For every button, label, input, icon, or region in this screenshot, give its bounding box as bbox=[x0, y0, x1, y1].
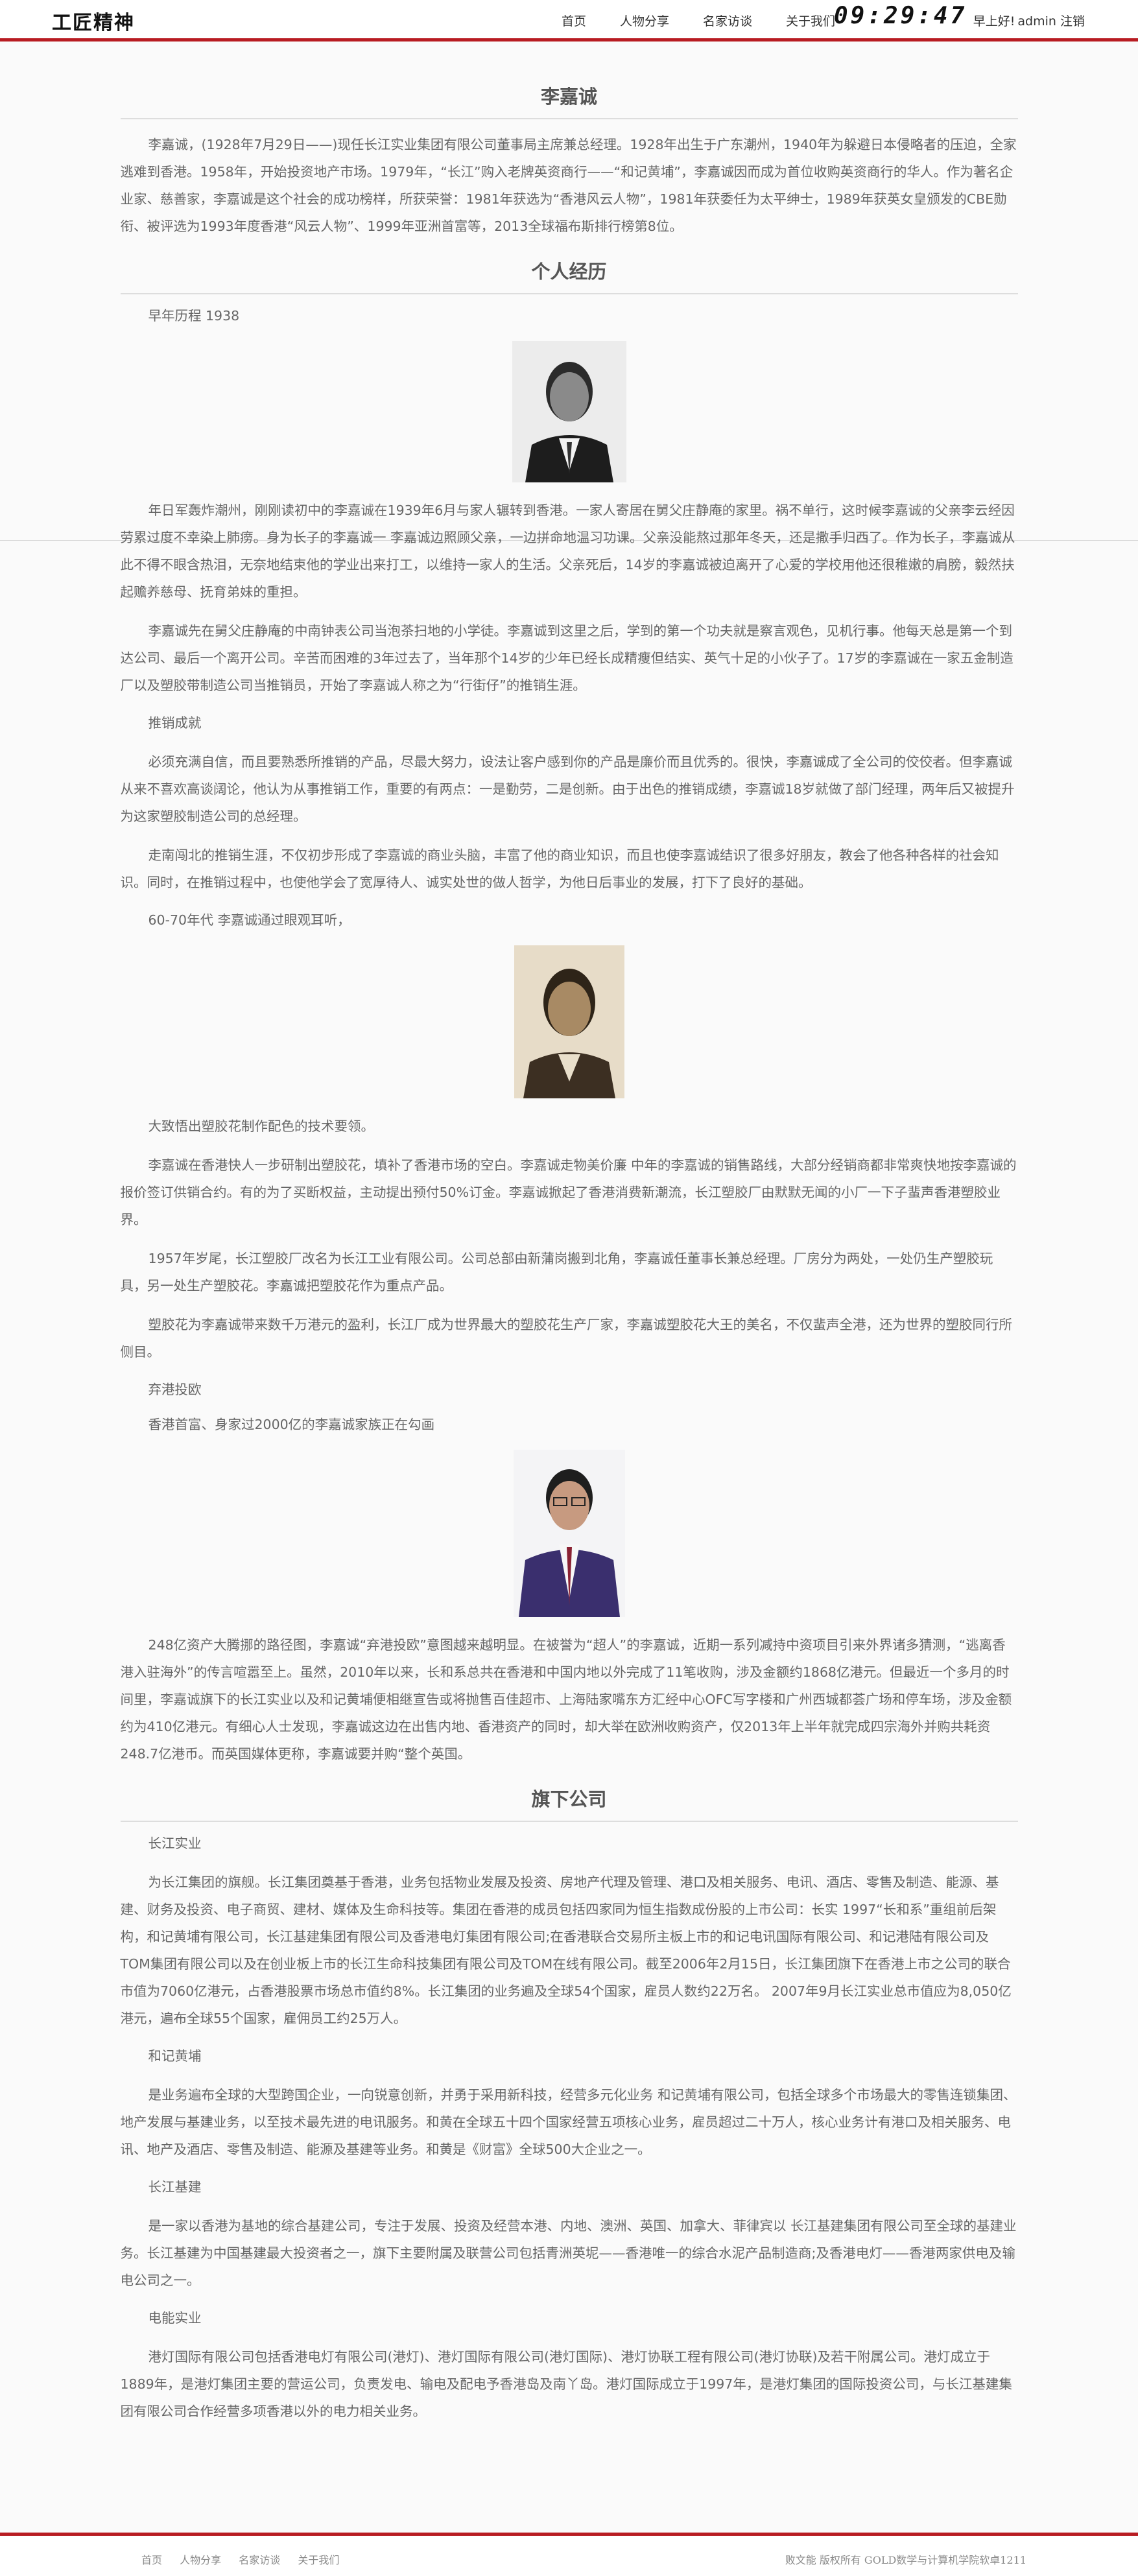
copyright-text: 败文能 版权所有 GOLD数学与计算机学院软卓1211 bbox=[785, 2554, 1026, 2566]
portrait-photo-elder bbox=[513, 1450, 625, 1617]
top-header: 工匠精神 首页 人物分享 名家访谈 关于我们 09:29:47 早上好! admi… bbox=[0, 0, 1138, 41]
history-title: 个人经历 bbox=[120, 250, 1018, 294]
company-4-label: 电能实业 bbox=[148, 2310, 202, 2326]
bio-title: 李嘉诚 bbox=[120, 75, 1018, 119]
abandon-label-2: 香港首富、身家过2000亿的李嘉诚家族正在勾画 bbox=[148, 1417, 435, 1432]
sales-paragraph-1: 必须充满自信，而且要熟悉所推销的产品，尽最大努力，设法让客户感到你的产品是廉价而… bbox=[120, 754, 1015, 824]
logout-link[interactable]: 注销 bbox=[1060, 14, 1085, 29]
footer-link-people[interactable]: 人物分享 bbox=[180, 2554, 221, 2566]
greeting-text: 早上好! bbox=[973, 14, 1015, 29]
main-nav: 首页 人物分享 名家访谈 关于我们 bbox=[562, 12, 869, 29]
article-content: 李嘉诚 李嘉诚，(1928年7月29日——)现任长江实业集团有限公司董事局主席兼… bbox=[120, 41, 1018, 2425]
footer-nav: 首页 人物分享 名家访谈 关于我们 bbox=[141, 2551, 353, 2567]
company-4-paragraph: 港灯国际有限公司包括香港电灯有限公司(港灯)、港灯国际有限公司(港灯国际)、港灯… bbox=[120, 2349, 1012, 2419]
portrait-photo-middle bbox=[514, 945, 624, 1098]
company-3-label: 长江基建 bbox=[148, 2179, 202, 2195]
era-paragraph-3: 塑胶花为李嘉诚带来数千万港元的盈利，长江厂成为世界最大的塑胶花生产厂家，李嘉诚塑… bbox=[120, 1317, 1013, 1360]
bio-intro: 李嘉诚，(1928年7月29日——)现任长江实业集团有限公司董事局主席兼总经理。… bbox=[120, 137, 1017, 234]
company-2-label: 和记黄埔 bbox=[148, 2048, 202, 2064]
footer-link-home[interactable]: 首页 bbox=[141, 2554, 162, 2566]
user-box: 早上好! admin 注销 bbox=[971, 12, 1085, 29]
nav-home[interactable]: 首页 bbox=[562, 12, 586, 29]
abandon-label: 弃港投欧 bbox=[148, 1382, 202, 1397]
company-1-paragraph: 为长江集团的旗舰。长江集团奠基于香港，业务包括物业发展及投资、房地产代理及管理、… bbox=[120, 1874, 1012, 2026]
early-paragraph-1: 年日军轰炸潮州，刚刚读初中的李嘉诚在1939年6月与家人辗转到香港。一家人寄居在… bbox=[120, 502, 1015, 600]
page-footer: 首页 人物分享 名家访谈 关于我们 败文能 版权所有 GOLD数学与计算机学院软… bbox=[0, 2533, 1138, 2576]
photo-elder-container bbox=[121, 1450, 1018, 1617]
nav-about[interactable]: 关于我们 bbox=[786, 12, 835, 29]
early-label: 早年历程 1938 bbox=[148, 308, 240, 324]
company-1-label: 长江实业 bbox=[148, 1836, 202, 1851]
footer-link-interviews[interactable]: 名家访谈 bbox=[239, 2554, 280, 2566]
era-label: 60-70年代 李嘉诚通过眼观耳听， bbox=[148, 912, 351, 928]
sales-paragraph-2: 走南闯北的推销生涯，不仅初步形成了李嘉诚的商业头脑，丰富了他的商业知识，而且也使… bbox=[120, 847, 999, 890]
portrait-photo-young bbox=[512, 341, 626, 482]
abandon-paragraph-1: 248亿资产大腾挪的路径图，李嘉诚“弃港投欧”意图越来越明显。在被誉为“超人”的… bbox=[120, 1637, 1012, 1762]
clock-display: 09:29:47 bbox=[834, 3, 967, 29]
early-paragraph-2: 李嘉诚先在舅父庄静庵的中南钟表公司当泡茶扫地的小学徒。李嘉诚到这里之后，学到的第… bbox=[120, 623, 1014, 693]
era-paragraph-2: 1957年岁尾，长江塑胶厂改名为长江工业有限公司。公司总部由新蒲岗搬到北角，李嘉… bbox=[120, 1251, 993, 1294]
companies-title: 旗下公司 bbox=[120, 1778, 1018, 1822]
sales-label: 推销成就 bbox=[148, 715, 202, 731]
nav-interviews[interactable]: 名家访谈 bbox=[703, 12, 752, 29]
company-2-paragraph: 是业务遍布全球的大型跨国企业，一向锐意创新，并勇于采用新科技，经营多元化业务 和… bbox=[120, 2087, 1017, 2157]
era-label-2: 大致悟出塑胶花制作配色的技术要领。 bbox=[148, 1118, 375, 1134]
site-logo[interactable]: 工匠精神 bbox=[52, 6, 135, 35]
photo-middle-container bbox=[121, 945, 1018, 1098]
company-3-paragraph: 是一家以香港为基地的综合基建公司，专注于发展、投资及经营本港、内地、澳洲、英国、… bbox=[120, 2218, 1017, 2288]
username-link[interactable]: admin bbox=[1017, 14, 1056, 29]
photo-young-container bbox=[121, 341, 1018, 482]
era-paragraph-1: 李嘉诚在香港快人一步研制出塑胶花，填补了香港市场的空白。李嘉诚走物美价廉 中年的… bbox=[120, 1157, 1017, 1227]
nav-people[interactable]: 人物分享 bbox=[620, 12, 669, 29]
footer-link-about[interactable]: 关于我们 bbox=[298, 2554, 339, 2566]
